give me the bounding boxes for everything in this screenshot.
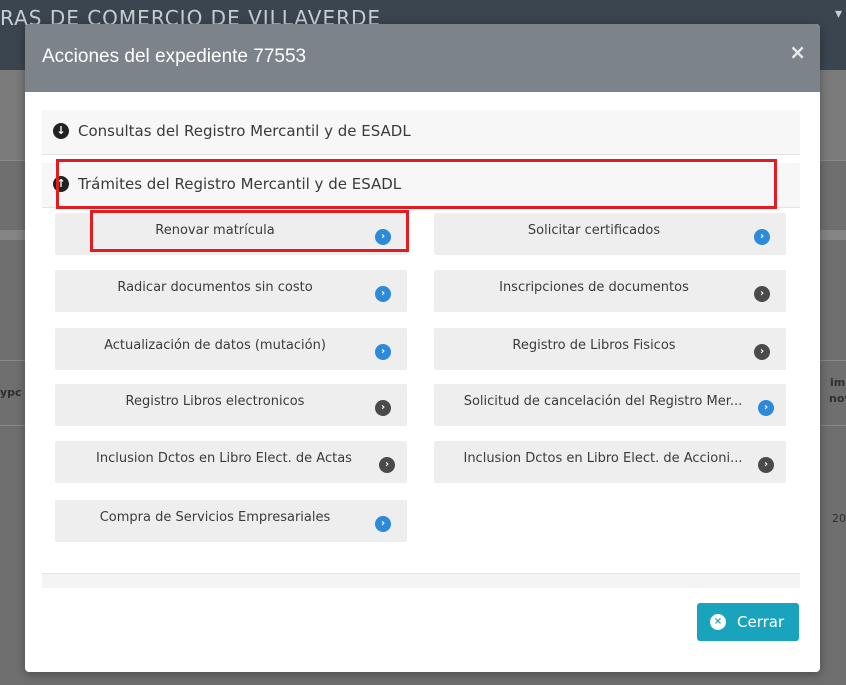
background-text: nov bbox=[829, 392, 846, 405]
action-inclusion-acciones[interactable]: Inclusion Dctos en Libro Elect. de Accio… bbox=[434, 441, 786, 483]
chevron-right-icon: › bbox=[375, 344, 391, 360]
modal-header: Acciones del expediente 77553 × bbox=[25, 24, 820, 92]
action-label: Compra de Servicios Empresariales bbox=[99, 510, 331, 525]
chevron-right-icon: › bbox=[758, 457, 774, 473]
accordion-next-section[interactable] bbox=[42, 573, 800, 588]
action-registro-libros-electronicos[interactable]: Registro Libros electronicos › bbox=[55, 384, 407, 426]
accordion: ↓ Consultas del Registro Mercantil y de … bbox=[42, 110, 800, 588]
chevron-right-icon: › bbox=[754, 229, 770, 245]
chevron-right-icon: › bbox=[375, 400, 391, 416]
chevron-right-icon: › bbox=[754, 286, 770, 302]
modal-title: Acciones del expediente 77553 bbox=[42, 46, 307, 67]
action-solicitar-certificados[interactable]: Solicitar certificados › bbox=[434, 213, 786, 255]
action-solicitud-cancelacion[interactable]: Solicitud de cancelación del Registro Me… bbox=[434, 384, 786, 426]
accordion-label: Consultas del Registro Mercantil y de ES… bbox=[78, 122, 411, 140]
close-button-label: Cerrar bbox=[737, 613, 785, 631]
action-label: Inclusion Dctos en Libro Elect. de Accio… bbox=[463, 451, 743, 466]
accordion-tramites[interactable]: ↑ Trámites del Registro Mercantil y de E… bbox=[42, 163, 800, 208]
action-label: Registro Libros electronicos bbox=[125, 394, 305, 409]
background-text: 20 bbox=[832, 512, 846, 525]
action-label: Solicitar certificados bbox=[527, 223, 661, 238]
action-radicar-documentos[interactable]: Radicar documentos sin costo › bbox=[55, 270, 407, 312]
chevron-right-icon: › bbox=[375, 286, 391, 302]
close-icon[interactable]: × bbox=[789, 42, 806, 62]
close-circle-icon: × bbox=[710, 614, 726, 630]
action-compra-servicios[interactable]: Compra de Servicios Empresariales › bbox=[55, 500, 407, 542]
chevron-right-icon: › bbox=[758, 400, 774, 416]
close-button[interactable]: × Cerrar bbox=[697, 603, 799, 641]
accordion-consultas[interactable]: ↓ Consultas del Registro Mercantil y de … bbox=[42, 110, 800, 155]
action-actualizacion-datos[interactable]: Actualización de datos (mutación) › bbox=[55, 328, 407, 370]
chevron-right-icon: › bbox=[375, 516, 391, 532]
action-label: Registro de Libros Fisicos bbox=[512, 338, 676, 353]
action-label: Inclusion Dctos en Libro Elect. de Actas bbox=[96, 451, 352, 466]
background-chevron-icon: ▾ bbox=[834, 6, 842, 22]
arrow-down-circle-icon: ↓ bbox=[53, 123, 69, 139]
action-label: Radicar documentos sin costo bbox=[117, 280, 313, 295]
arrow-up-circle-icon: ↑ bbox=[53, 176, 69, 192]
background-text: ypc bbox=[0, 386, 22, 399]
background-text: im bbox=[830, 376, 846, 389]
chevron-right-icon: › bbox=[379, 457, 395, 473]
modal-body: ↓ Consultas del Registro Mercantil y de … bbox=[42, 110, 800, 588]
chevron-right-icon: › bbox=[754, 344, 770, 360]
action-inscripciones-documentos[interactable]: Inscripciones de documentos › bbox=[434, 270, 786, 312]
action-label: Inscripciones de documentos bbox=[499, 280, 689, 295]
action-label: Renovar matrícula bbox=[155, 223, 275, 238]
accordion-label: Trámites del Registro Mercantil y de ESA… bbox=[78, 175, 402, 193]
action-label: Solicitud de cancelación del Registro Me… bbox=[463, 394, 743, 409]
action-label: Actualización de datos (mutación) bbox=[104, 338, 326, 353]
modal-scrollbar[interactable] bbox=[799, 110, 800, 588]
action-registro-libros-fisicos[interactable]: Registro de Libros Fisicos › bbox=[434, 328, 786, 370]
action-inclusion-actas[interactable]: Inclusion Dctos en Libro Elect. de Actas… bbox=[55, 441, 407, 483]
action-renovar-matricula[interactable]: Renovar matrícula › bbox=[55, 213, 407, 255]
actions-modal: Acciones del expediente 77553 × ↓ Consul… bbox=[25, 24, 820, 672]
chevron-right-icon: › bbox=[375, 229, 391, 245]
